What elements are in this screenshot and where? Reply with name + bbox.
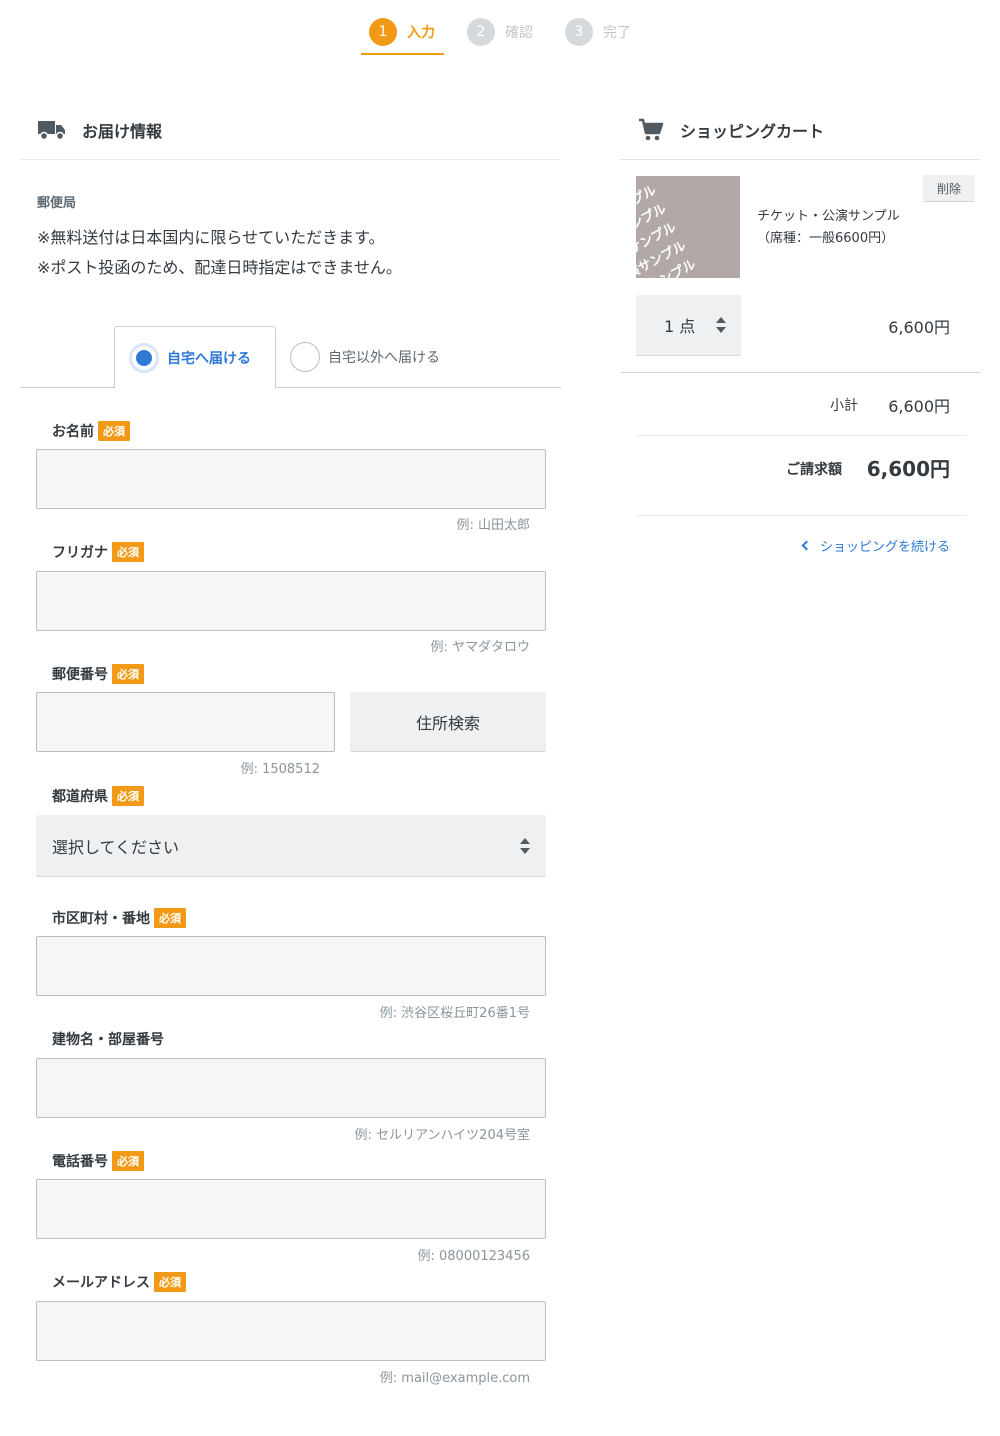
step-label: 完了 bbox=[603, 25, 631, 41]
item-price: 6,600円 bbox=[888, 318, 950, 337]
cart-header: ショッピングカート bbox=[620, 100, 980, 160]
continue-shopping-label: ショッピングを続ける bbox=[819, 540, 950, 555]
select-arrows-icon bbox=[520, 838, 530, 854]
divider bbox=[636, 515, 966, 516]
phone-input[interactable] bbox=[36, 1179, 546, 1239]
required-badge: 必須 bbox=[112, 1151, 144, 1171]
required-badge: 必須 bbox=[112, 664, 144, 684]
shipping-method: 郵便局 bbox=[37, 196, 77, 211]
step-label: 入力 bbox=[407, 25, 435, 41]
label-text: お名前 bbox=[52, 424, 94, 440]
tab-label: 自宅へ届ける bbox=[167, 350, 251, 367]
address-search-button[interactable]: 住所検索 bbox=[350, 692, 546, 752]
zip-label: 郵便番号 必須 bbox=[52, 664, 144, 684]
select-arrows-icon bbox=[716, 317, 726, 333]
prefecture-select[interactable]: 選択してください bbox=[36, 815, 546, 877]
kana-label: フリガナ 必須 bbox=[52, 542, 144, 562]
item-name: チケット・公演サンプル （席種：一般6600円） bbox=[757, 206, 900, 250]
delivery-header: お届け情報 bbox=[20, 100, 560, 160]
select-value: 選択してください bbox=[52, 837, 180, 857]
name-hint: 例: 山田太郎 bbox=[456, 518, 530, 533]
required-badge: 必須 bbox=[154, 908, 186, 928]
tab-label: 自宅以外へ届ける bbox=[328, 350, 440, 366]
step-number: 1 bbox=[369, 18, 397, 46]
shipping-note: ※ポスト投函のため、配達日時指定はできません。 bbox=[37, 258, 402, 277]
email-hint: 例: mail@example.com bbox=[379, 1371, 530, 1386]
shipping-note: ※無料送付は日本国内に限らせていただきます。 bbox=[37, 228, 385, 247]
required-badge: 必須 bbox=[98, 421, 130, 441]
kana-hint: 例: ヤマダタロウ bbox=[430, 640, 530, 655]
label-text: 建物名・部屋番号 bbox=[52, 1032, 164, 1048]
item-thumbnail: 公演サンプル 公演サンプル 公演サンプル 公演サンプル 公演サンプル 公演サンプ… bbox=[636, 176, 740, 278]
step-confirm: 2 確認 bbox=[467, 18, 533, 46]
cart-title: ショッピングカート bbox=[680, 121, 825, 141]
cart-icon bbox=[638, 118, 664, 142]
zip-hint: 例: 1508512 bbox=[240, 762, 320, 777]
label-text: メールアドレス bbox=[52, 1275, 150, 1291]
delivery-title: お届け情報 bbox=[82, 121, 163, 141]
quantity-select[interactable]: 1 点 bbox=[636, 295, 741, 356]
item-seat-type: （席種：一般6600円） bbox=[757, 231, 895, 246]
prefecture-label: 都道府県 必須 bbox=[52, 786, 144, 806]
required-badge: 必須 bbox=[112, 786, 144, 806]
truck-icon bbox=[38, 119, 66, 141]
email-label: メールアドレス 必須 bbox=[52, 1272, 186, 1292]
chevron-left-icon bbox=[801, 540, 812, 551]
name-label: お名前 必須 bbox=[52, 421, 130, 441]
delivery-destination-tabs: 自宅へ届ける 自宅以外へ届ける bbox=[20, 326, 561, 389]
label-text: 郵便番号 bbox=[52, 667, 108, 683]
step-complete: 3 完了 bbox=[565, 18, 631, 46]
label-text: フリガナ bbox=[52, 545, 108, 561]
phone-label: 電話番号 必須 bbox=[52, 1151, 144, 1171]
step-input: 1 入力 bbox=[369, 18, 435, 46]
required-badge: 必須 bbox=[112, 542, 144, 562]
kana-input[interactable] bbox=[36, 571, 546, 631]
step-number: 3 bbox=[565, 18, 593, 46]
item-name-line: チケット・公演サンプル bbox=[757, 209, 900, 224]
building-hint: 例: セルリアンハイツ204号室 bbox=[354, 1128, 530, 1143]
tab-deliver-other[interactable]: 自宅以外へ届ける bbox=[290, 326, 440, 388]
step-number: 2 bbox=[467, 18, 495, 46]
building-input[interactable] bbox=[36, 1058, 546, 1118]
name-input[interactable] bbox=[36, 449, 546, 509]
subtotal-value: 6,600円 bbox=[888, 397, 950, 416]
divider bbox=[636, 435, 966, 436]
active-step-underline bbox=[361, 53, 444, 55]
radio-selected-icon[interactable] bbox=[129, 342, 159, 373]
label-text: 都道府県 bbox=[52, 789, 108, 805]
total-value: 6,600円 bbox=[866, 457, 950, 481]
thumbnail-watermark: 公演サンプル 公演サンプル 公演サンプル 公演サンプル 公演サンプル 公演サンプ… bbox=[636, 176, 740, 278]
label-text: 電話番号 bbox=[52, 1154, 108, 1170]
city-label: 市区町村・番地 必須 bbox=[52, 908, 186, 928]
total-label: ご請求額 bbox=[786, 462, 842, 478]
quantity-value: 1 点 bbox=[664, 317, 696, 336]
label-text: 市区町村・番地 bbox=[52, 911, 150, 927]
step-label: 確認 bbox=[505, 25, 533, 41]
email-input[interactable] bbox=[36, 1301, 546, 1361]
zip-input[interactable] bbox=[36, 692, 335, 752]
required-badge: 必須 bbox=[154, 1272, 186, 1292]
city-input[interactable] bbox=[36, 936, 546, 996]
continue-shopping-link[interactable]: ショッピングを続ける bbox=[790, 536, 950, 555]
city-hint: 例: 渋谷区桜丘町26番1号 bbox=[379, 1006, 530, 1021]
delete-item-button[interactable]: 削除 bbox=[923, 175, 975, 202]
building-label: 建物名・部屋番号 bbox=[52, 1029, 164, 1049]
divider bbox=[621, 372, 981, 373]
checkout-stepper: 1 入力 2 確認 3 完了 bbox=[360, 14, 650, 56]
tab-deliver-home[interactable]: 自宅へ届ける bbox=[114, 326, 276, 389]
phone-hint: 例: 08000123456 bbox=[417, 1249, 531, 1264]
radio-unselected-icon[interactable] bbox=[290, 342, 320, 372]
